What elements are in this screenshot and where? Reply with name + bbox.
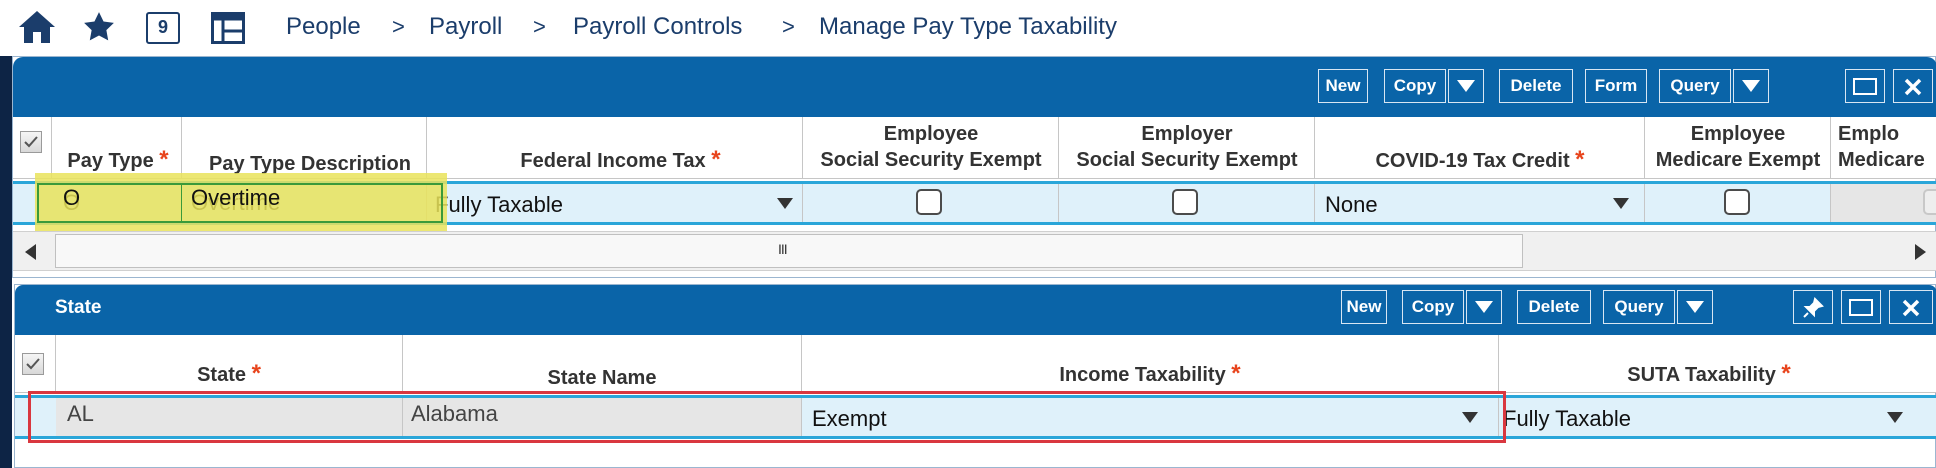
scroll-right-arrow-icon[interactable]: [1915, 244, 1926, 260]
chevron-down-icon: [1742, 79, 1760, 92]
checkmark-icon: [24, 136, 38, 148]
suta-taxability-value: Fully Taxable: [1503, 406, 1631, 431]
covid-tax-credit-select[interactable]: None: [1315, 184, 1644, 222]
dropdown-caret-icon: [1613, 198, 1629, 209]
federal-income-tax-value: Fully Taxable: [435, 192, 563, 217]
scroll-left-arrow-icon[interactable]: [25, 244, 36, 260]
delete-button[interactable]: Delete: [1499, 69, 1573, 103]
pay-type-description-overlay: Overtime: [191, 185, 281, 210]
query-button[interactable]: Query: [1603, 290, 1675, 324]
breadcrumb-separator: >: [782, 14, 795, 39]
column-header-pay-type[interactable]: Pay Type *: [53, 147, 183, 174]
scrollbar-thumb[interactable]: III: [55, 234, 1523, 268]
suta-taxability-select[interactable]: Fully Taxable: [1499, 398, 1936, 436]
breadcrumb-item-current-page: Manage Pay Type Taxability: [819, 13, 1117, 40]
column-header-employee-ss-exempt[interactable]: Employee Social Security Exempt: [803, 121, 1059, 173]
dropdown-caret-icon: [1887, 412, 1903, 423]
new-button[interactable]: New: [1318, 69, 1368, 103]
calendar-day-number: 9: [157, 17, 168, 37]
red-annotation-box: [28, 391, 1506, 443]
column-header-state[interactable]: State *: [56, 361, 402, 388]
column-header-income-taxability[interactable]: Income Taxability *: [802, 361, 1498, 388]
chevron-down-icon: [1457, 79, 1475, 92]
top-nav-bar: 9 People > Payroll > Payroll Controls > …: [0, 0, 1936, 56]
select-all-checkbox[interactable]: [22, 353, 44, 375]
home-icon[interactable]: [17, 9, 57, 50]
pay-type-grid-panel: New Copy Delete Form Query Pay Type * Pa…: [12, 56, 1936, 278]
query-dropdown-button[interactable]: [1677, 290, 1713, 324]
maximize-icon: [1849, 299, 1873, 317]
maximize-icon: [1853, 78, 1877, 96]
dropdown-caret-icon: [777, 198, 793, 209]
copy-button[interactable]: Copy: [1402, 290, 1464, 324]
state-header-row: State * State Name Income Taxability * S…: [15, 335, 1936, 393]
maximize-button[interactable]: [1845, 69, 1885, 103]
pay-type-cell-overlay: O: [63, 185, 81, 210]
federal-income-tax-select[interactable]: Fully Taxable: [427, 184, 802, 222]
delete-button[interactable]: Delete: [1517, 290, 1591, 324]
scrollbar-grip: III: [778, 241, 788, 257]
pay-type-grid-toolbar: New Copy Delete Form Query: [13, 57, 1936, 117]
close-icon: [1902, 299, 1920, 316]
covid-tax-credit-value: None: [1325, 192, 1378, 217]
left-edge-strip: [0, 56, 12, 468]
state-grid-toolbar: State New Copy Delete Query: [15, 285, 1936, 335]
breadcrumb-separator: >: [392, 14, 405, 39]
column-header-covid-tax-credit[interactable]: COVID-19 Tax Credit *: [1315, 147, 1645, 174]
close-button[interactable]: [1889, 290, 1933, 324]
employer-ss-exempt-checkbox[interactable]: [1172, 189, 1198, 215]
close-icon: [1904, 78, 1922, 95]
form-button[interactable]: Form: [1585, 69, 1647, 103]
employee-medicare-exempt-checkbox[interactable]: [1724, 189, 1750, 215]
column-header-federal-income-tax[interactable]: Federal Income Tax *: [427, 147, 814, 174]
horizontal-scrollbar[interactable]: III: [13, 231, 1936, 271]
close-button[interactable]: [1893, 69, 1933, 103]
copy-button[interactable]: Copy: [1384, 69, 1446, 103]
copy-dropdown-button[interactable]: [1448, 69, 1484, 103]
breadcrumb-item-payroll[interactable]: Payroll: [429, 13, 502, 41]
new-button[interactable]: New: [1341, 290, 1387, 324]
query-button[interactable]: Query: [1659, 69, 1731, 103]
state-grid-title: State: [55, 297, 102, 318]
state-grid-panel: State New Copy Delete Query State * Stat…: [14, 284, 1936, 468]
column-header-suta-taxability[interactable]: SUTA Taxability *: [1499, 361, 1919, 388]
maximize-button[interactable]: [1841, 290, 1881, 324]
breadcrumb-separator: >: [533, 14, 546, 39]
select-all-checkbox[interactable]: [20, 131, 42, 153]
layout-grid-icon[interactable]: [211, 12, 245, 49]
column-header-employer-ss-exempt[interactable]: Employer Social Security Exempt: [1059, 121, 1315, 173]
breadcrumb-item-people[interactable]: People: [286, 13, 361, 41]
column-header-employee-medicare-exempt[interactable]: Employee Medicare Exempt: [1645, 121, 1831, 173]
pin-icon: [1803, 296, 1824, 318]
employer-medicare-checkbox: [1923, 189, 1936, 215]
employer-medicare-cell-disabled: [1831, 184, 1936, 222]
employee-ss-exempt-checkbox[interactable]: [916, 189, 942, 215]
calendar-icon[interactable]: 9: [146, 12, 180, 44]
copy-dropdown-button[interactable]: [1466, 290, 1502, 324]
favorites-star-icon[interactable]: [82, 10, 116, 49]
chevron-down-icon: [1475, 300, 1493, 313]
column-header-state-name[interactable]: State Name: [403, 365, 801, 391]
pay-type-header-row: Pay Type * Pay Type Description Federal …: [13, 117, 1936, 179]
checkmark-icon: [26, 358, 40, 370]
query-dropdown-button[interactable]: [1733, 69, 1769, 103]
app-window: 9 People > Payroll > Payroll Controls > …: [0, 0, 1936, 468]
breadcrumb-item-payroll-controls[interactable]: Payroll Controls: [573, 13, 742, 41]
pin-button[interactable]: [1793, 290, 1833, 324]
chevron-down-icon: [1686, 300, 1704, 313]
column-header-employer-medicare[interactable]: Emplo Medicare: [1838, 121, 1936, 173]
